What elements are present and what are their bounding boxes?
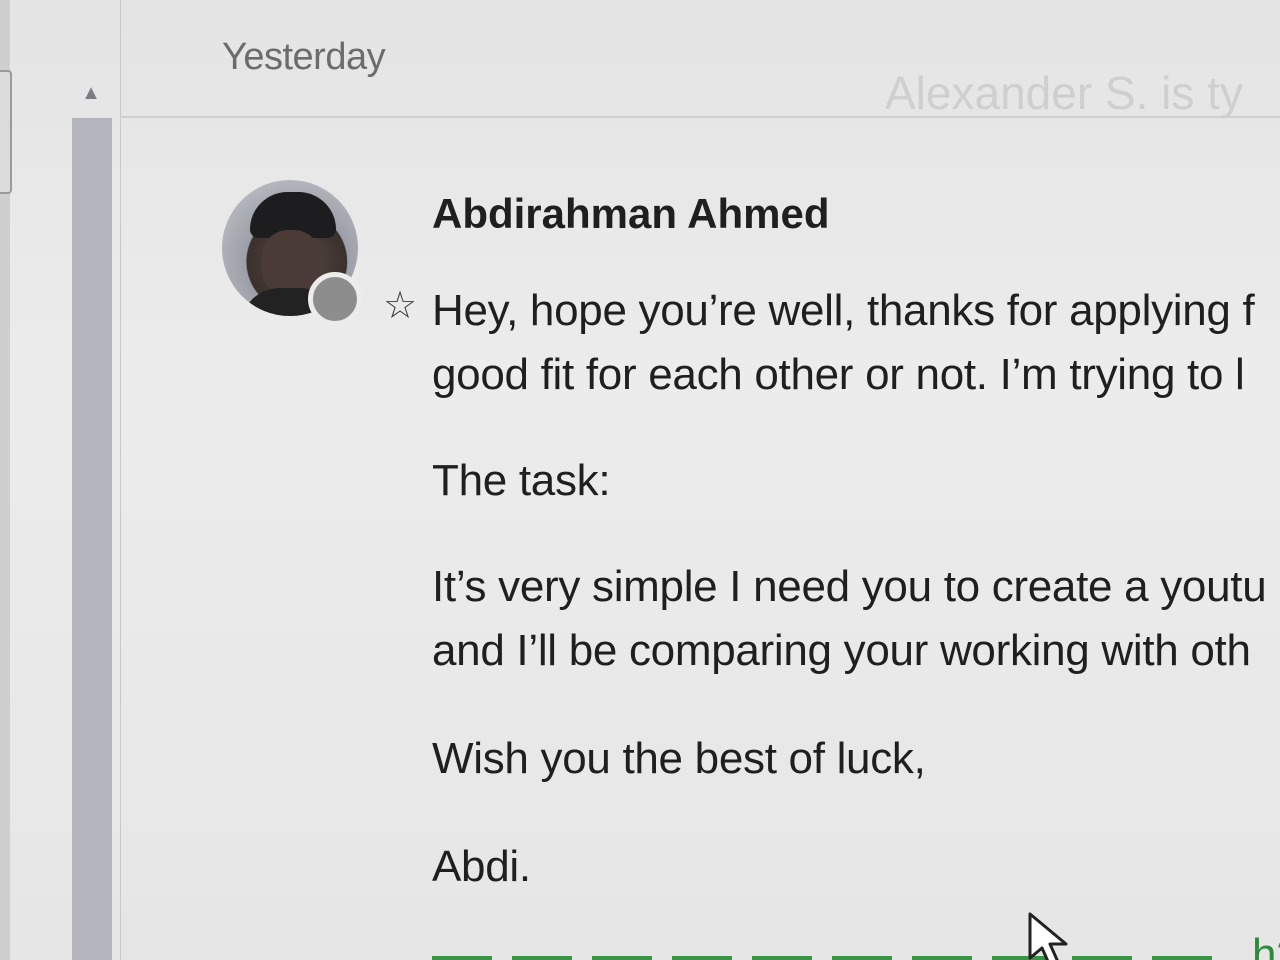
message-line: and I’ll be comparing your working with … xyxy=(432,626,1251,675)
link-underline xyxy=(432,956,1232,960)
window-edge xyxy=(0,0,12,960)
link-text[interactable]: h?v=c0 1Y xyxy=(1252,930,1280,960)
typing-notice: Alexander S. is ty xyxy=(885,67,1243,119)
window-edge-tab xyxy=(0,70,12,194)
message-signature: Abdi. xyxy=(432,842,531,891)
day-label: Yesterday xyxy=(222,36,386,78)
message-line: good fit for each other or not. I’m tryi… xyxy=(432,350,1245,399)
message-line: The task: xyxy=(432,456,611,505)
message-panel xyxy=(120,0,1280,960)
chat-screen: ▲ Yesterday Alexander S. is ty ☆ Abdirah… xyxy=(0,0,1280,960)
star-outline-icon[interactable]: ☆ xyxy=(378,284,422,328)
mouse-pointer-icon xyxy=(1028,912,1068,960)
chevron-up-icon[interactable]: ▲ xyxy=(76,78,106,108)
presence-dot-icon xyxy=(308,272,362,326)
message-line: Hey, hope you’re well, thanks for applyi… xyxy=(432,286,1255,335)
video-link[interactable]: h?v=c0 1Y xyxy=(432,930,1280,960)
message-line: It’s very simple I need you to create a … xyxy=(432,562,1267,611)
scrollbar[interactable] xyxy=(72,118,112,960)
sender-name[interactable]: Abdirahman Ahmed xyxy=(432,190,829,238)
message-line: Wish you the best of luck, xyxy=(432,734,926,783)
